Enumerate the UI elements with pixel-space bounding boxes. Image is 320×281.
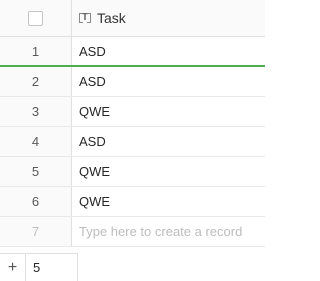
select-all-checkbox[interactable] (28, 10, 43, 26)
table-row[interactable]: 6 QWE (0, 187, 265, 217)
row-number: 7 (0, 217, 72, 246)
task-cell[interactable]: ASD (79, 67, 265, 96)
text-field-icon: T (79, 12, 91, 24)
row-number: 6 (0, 187, 72, 216)
task-cell[interactable]: QWE (79, 187, 265, 216)
row-number: 4 (0, 127, 72, 156)
grid-header: T Task (0, 0, 265, 37)
data-grid: T Task 1 ASD 2 ASD 3 QWE 4 ASD 5 QWE 6 Q… (0, 0, 265, 247)
record-count: 5 (33, 260, 41, 275)
table-row[interactable]: 4 ASD (0, 127, 265, 157)
row-number: 3 (0, 97, 72, 126)
add-record-icon[interactable]: + (0, 254, 26, 281)
column-title: Task (97, 10, 126, 26)
table-row[interactable]: 3 QWE (0, 97, 265, 127)
select-all-cell[interactable] (0, 0, 72, 36)
new-record-placeholder[interactable]: Type here to create a record (79, 217, 265, 246)
row-number: 2 (0, 67, 72, 96)
task-cell[interactable]: ASD (79, 127, 265, 156)
row-number: 5 (0, 157, 72, 186)
table-row[interactable]: 2 ASD (0, 67, 265, 97)
task-cell[interactable]: ASD (79, 37, 265, 65)
column-header-task[interactable]: T Task (79, 0, 265, 36)
task-cell[interactable]: QWE (79, 97, 265, 126)
row-number: 1 (0, 37, 72, 65)
new-record-row[interactable]: 7 Type here to create a record (0, 217, 265, 247)
table-row[interactable]: 1 ASD (0, 37, 265, 67)
task-cell[interactable]: QWE (79, 157, 265, 186)
table-row[interactable]: 5 QWE (0, 157, 265, 187)
grid-footer: + 5 (0, 253, 78, 281)
